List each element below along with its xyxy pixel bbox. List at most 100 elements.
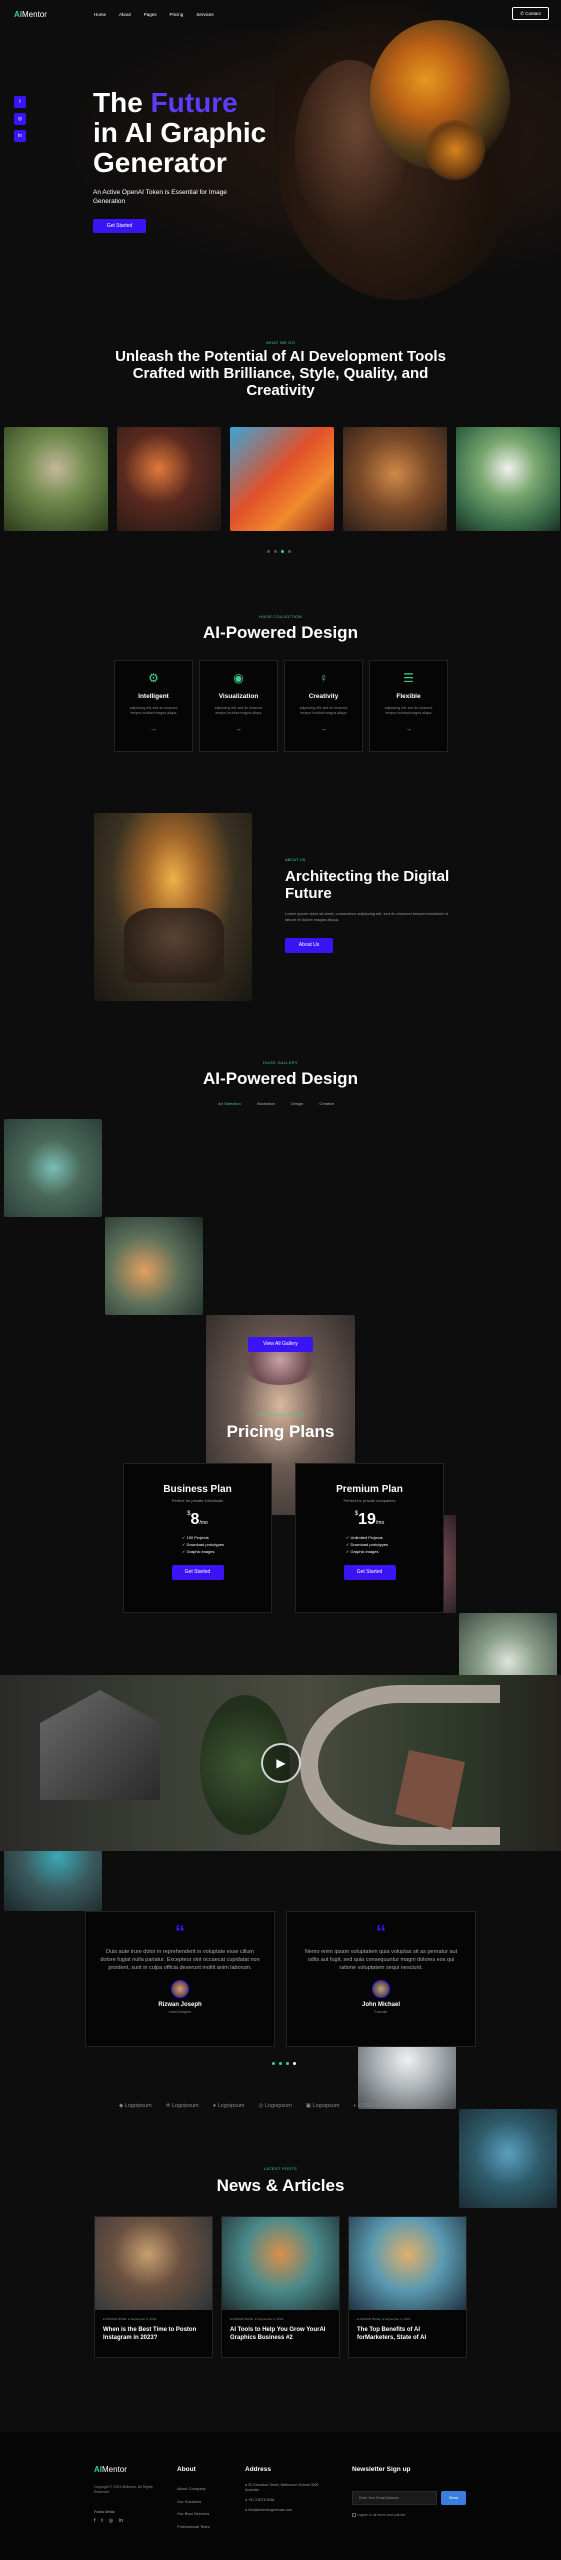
sliders-icon: ☰ xyxy=(403,671,414,685)
nav-about[interactable]: About xyxy=(119,12,131,17)
logo[interactable]: AIMentor xyxy=(14,10,47,19)
user-icon: ● xyxy=(230,2317,232,2321)
news-card[interactable]: ● RISHAD ROSE ● September 4, 2023 AI Too… xyxy=(221,2216,340,2358)
instagram-icon[interactable]: ◎ xyxy=(109,2518,113,2524)
logo-mark-icon: ✲ xyxy=(165,2103,171,2109)
footer: AIMentor Copyright © 2023 AIMentor. All … xyxy=(0,2432,561,2560)
testimonial-dot[interactable] xyxy=(286,2062,289,2065)
news-title[interactable]: The Top Benefits of AI forMarketers, Sta… xyxy=(357,2326,458,2342)
tab-illustration[interactable]: Illustration xyxy=(257,1101,275,1106)
carousel-image-kiss xyxy=(230,427,334,531)
about-image-boots xyxy=(94,813,252,1001)
nav-pages[interactable]: Pages xyxy=(144,12,157,17)
testimonial-role: Lead Designer xyxy=(168,2010,192,2014)
testimonial-name: Rizwan Joseph xyxy=(158,2002,202,2008)
plan-desc: Perfect for private individuals xyxy=(171,1498,224,1503)
testimonial-dot[interactable] xyxy=(279,2062,282,2065)
hero-get-started-button[interactable]: Get Started xyxy=(93,219,146,233)
news-title[interactable]: AI Tools to Help You Grow YourAI Graphic… xyxy=(230,2326,331,2342)
testimonial-pagination xyxy=(272,2062,296,2065)
arrow-right-icon[interactable]: → xyxy=(285,726,362,733)
user-icon: ● xyxy=(357,2317,359,2321)
nav-home[interactable]: Home xyxy=(94,12,106,17)
hero-title-2: in AI Graphic xyxy=(93,117,267,148)
facebook-icon[interactable]: f xyxy=(94,2518,95,2524)
newsletter-send-button[interactable]: Send xyxy=(441,2491,466,2505)
phone-icon: ● xyxy=(245,2498,248,2502)
news-title[interactable]: When is the Best Time to Poston Instagra… xyxy=(103,2326,204,2342)
gallery-grid xyxy=(4,1119,557,2208)
location-icon: ● xyxy=(245,2483,248,2487)
newsletter-email-input[interactable]: Enter Your Email Address xyxy=(352,2491,437,2505)
logo-mark-icon: ◐ xyxy=(353,2103,357,2109)
carousel-dot[interactable] xyxy=(274,550,277,553)
agree-checkbox[interactable] xyxy=(352,2513,356,2518)
carousel-dot[interactable] xyxy=(267,550,270,553)
logo-ai: AI xyxy=(14,10,22,19)
eye-icon: ◉ xyxy=(233,671,244,685)
tab-art-selection[interactable]: Art Selection xyxy=(218,1101,241,1106)
arrow-right-icon[interactable]: → xyxy=(200,726,277,733)
play-video-button[interactable]: ▶ xyxy=(261,1743,301,1783)
footer-logo-ai: AI xyxy=(94,2465,102,2474)
news-image xyxy=(95,2217,212,2310)
client-logo: ◐ LOGO IPSUM xyxy=(353,2103,394,2109)
feature-item: ✓ Unlimited Projects xyxy=(346,1535,383,1540)
news-meta: ● RISHAD ROSE ● September 4, 2023 xyxy=(230,2317,284,2321)
feature-text: adipiscing elit, sed do eiusmod tempor i… xyxy=(129,706,178,715)
calendar-icon: ● xyxy=(382,2317,384,2321)
testimonial-dot[interactable] xyxy=(293,2062,296,2065)
premium-get-started-button[interactable]: Get Started xyxy=(343,1565,396,1580)
arrow-right-icon[interactable]: → xyxy=(115,726,192,733)
tab-design[interactable]: Design xyxy=(291,1101,303,1106)
nav-pricing[interactable]: Pricing xyxy=(170,12,184,17)
feature-title: Intelligent xyxy=(138,693,169,700)
client-logo: ◆ Logoipsum xyxy=(119,2103,152,2109)
carousel-dot[interactable] xyxy=(288,550,291,553)
intro-carousel xyxy=(4,427,560,531)
hero-title-3: Generator xyxy=(93,147,227,178)
linkedin-icon[interactable]: in xyxy=(14,130,26,142)
instagram-icon[interactable]: ◎ xyxy=(14,113,26,125)
news-card[interactable]: ● RISHAD ROSE ● September 4, 2023 When i… xyxy=(94,2216,213,2358)
testimonial-dot-active[interactable] xyxy=(272,2062,275,2065)
news-card[interactable]: ● RISHAD ROSE ● September 4, 2023 The To… xyxy=(348,2216,467,2358)
footer-link[interactable]: Our Solutions xyxy=(177,2496,210,2509)
play-icon: ▶ xyxy=(276,1756,286,1770)
feature-card-creativity: ♀ Creativity adipiscing elit, sed do eiu… xyxy=(284,660,363,752)
pricing-card-premium: Premium Plan Perfect for private compani… xyxy=(295,1463,444,1613)
carousel-dot-active[interactable] xyxy=(281,550,284,553)
testimonial-name: John Michael xyxy=(361,2002,400,2008)
twitter-icon[interactable]: t xyxy=(14,96,26,108)
news-title: News & Articles xyxy=(216,2176,345,2195)
footer-link[interactable]: Our Best Services xyxy=(177,2508,210,2521)
client-logos: ◆ Logoipsum ✲ Logoipsum ● Logoipsum ◎ Lo… xyxy=(119,2103,393,2109)
hero-title: The Future in AI Graphic Generator xyxy=(93,88,266,178)
footer-link[interactable]: Professional Team xyxy=(177,2521,210,2534)
pricing-title: Pricing Plans xyxy=(226,1422,335,1441)
testimonial-quote: Nemo enim ipsam voluptatem quia voluptas… xyxy=(304,1949,458,1971)
feature-item: ✓ Download prototypes xyxy=(182,1542,225,1547)
testimonial-card: “ Nemo enim ipsam voluptatem quia volupt… xyxy=(286,1911,476,2047)
features-title: AI-Powered Design xyxy=(203,623,358,642)
footer-logo-text: Mentor xyxy=(102,2465,127,2474)
avatar xyxy=(171,1980,189,1998)
twitter-icon[interactable]: t xyxy=(101,2518,102,2524)
linkedin-icon[interactable]: in xyxy=(119,2518,123,2524)
nav-services[interactable]: Services xyxy=(196,12,213,17)
footer-logo[interactable]: AIMentor xyxy=(94,2465,127,2474)
view-all-gallery-button[interactable]: View All Gallery xyxy=(248,1337,313,1352)
plan-features: ✓ Unlimited Projects ✓ Download prototyp… xyxy=(346,1534,443,1555)
arrow-right-icon[interactable]: → xyxy=(370,726,447,733)
brain-icon: ⚙ xyxy=(148,671,159,685)
client-logo: ✲ Logoipsum xyxy=(165,2103,199,2109)
feature-item: ✓ Download prototypes xyxy=(346,1542,389,1547)
footer-link[interactable]: About Company xyxy=(177,2483,210,2496)
business-get-started-button[interactable]: Get Started xyxy=(171,1565,224,1580)
pricing-card-business: Business Plan Perfect for private indivi… xyxy=(123,1463,272,1613)
client-logo: ◎ Logoipsum xyxy=(258,2103,292,2109)
hero-subtitle: An Active OpenAI Token is Essential for … xyxy=(93,189,227,205)
quote-icon: “ xyxy=(376,1922,386,1944)
about-us-button[interactable]: About Us xyxy=(285,938,333,953)
tab-creative[interactable]: Creative xyxy=(319,1101,334,1106)
